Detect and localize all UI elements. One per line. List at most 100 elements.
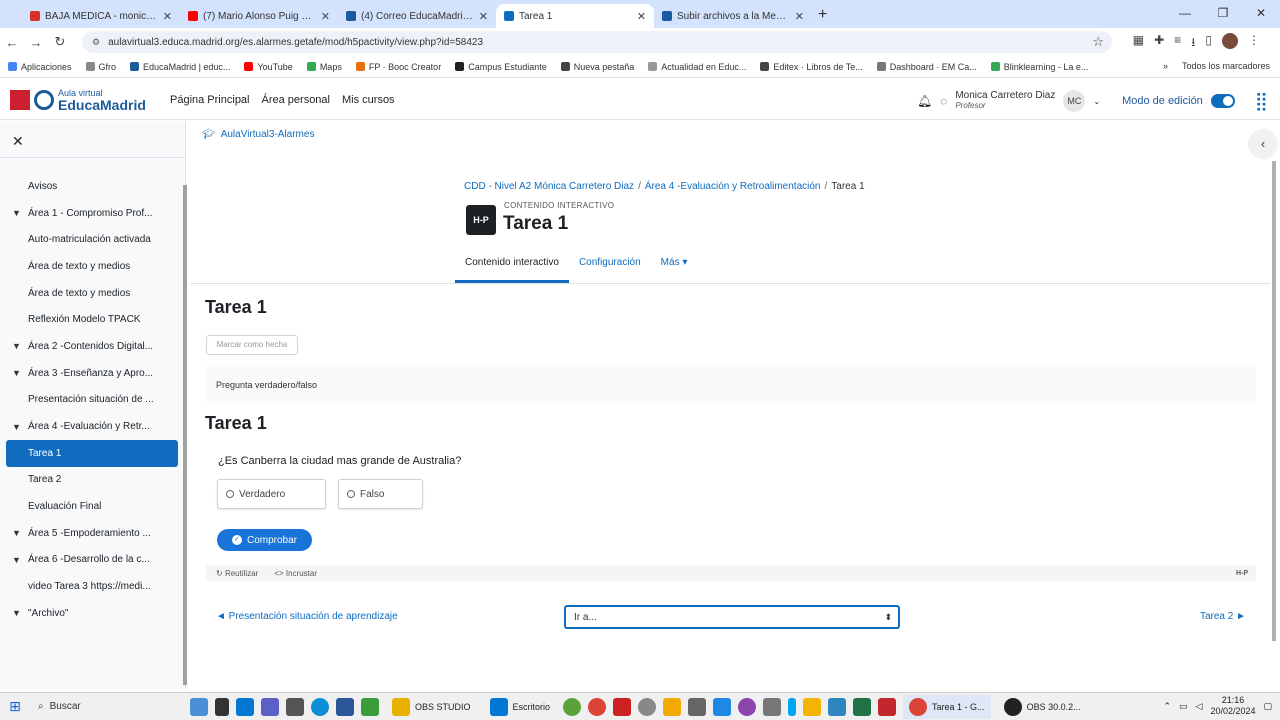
reuse-button[interactable]: ↻ Reutilizar <box>216 569 258 578</box>
taskbar-app-obs[interactable]: OBS STUDIO <box>386 695 477 719</box>
breadcrumb-course[interactable]: CDD - Nivel A2 Mónica Carretero Diaz <box>464 181 634 192</box>
course-index-item[interactable]: Avisos <box>0 173 186 200</box>
course-section[interactable]: ▼ "Archivo" <box>0 600 186 627</box>
word-icon[interactable] <box>336 697 354 716</box>
app-icon[interactable] <box>261 697 279 716</box>
chevron-down-icon[interactable]: ▼ <box>12 608 28 618</box>
bookmark-item[interactable]: Actualidad en Educ... <box>648 62 746 72</box>
nav-my-courses[interactable]: Mis cursos <box>342 94 395 106</box>
power-icon[interactable] <box>613 697 632 716</box>
qr-icon[interactable]: ▦ <box>1133 33 1144 54</box>
mark-done-button[interactable]: Marcar como hecha <box>206 335 298 355</box>
course-index-item[interactable]: Auto-matriculación activada <box>0 226 186 253</box>
main-scrollbar[interactable] <box>1272 161 1276 641</box>
taskbar-app-chrome[interactable]: Tarea 1 - G... <box>903 694 991 719</box>
windows-start-icon[interactable]: ⊞ <box>0 698 30 715</box>
course-section[interactable]: ▼ Área 6 -Desarrollo de la c... <box>0 547 186 574</box>
back-icon[interactable]: ← <box>0 35 24 50</box>
bookmark-item[interactable]: EducaMadrid | educ... <box>130 62 230 72</box>
answer-true[interactable]: Verdadero <box>217 479 326 509</box>
close-tab-icon[interactable]: ✕ <box>795 10 804 23</box>
app-icon[interactable] <box>803 697 822 716</box>
course-section[interactable]: ▼ Área 5 -Empoderamiento ... <box>0 520 186 547</box>
avatar[interactable]: MC <box>1063 90 1086 112</box>
widgets-icon[interactable] <box>190 697 208 716</box>
browser-tab[interactable]: Tarea 1 ✕ <box>496 4 654 28</box>
chevron-down-icon[interactable]: ▼ <box>12 368 28 378</box>
course-index-item[interactable]: Área de texto y medios <box>0 280 186 307</box>
bookmark-item[interactable]: YouTube <box>244 62 293 72</box>
edit-mode-toggle[interactable] <box>1210 94 1235 108</box>
bookmark-item[interactable]: Maps <box>306 62 342 72</box>
sidebar-scrollbar[interactable] <box>183 185 187 685</box>
edge-icon[interactable] <box>311 697 329 716</box>
clock[interactable]: 21:16 20/02/2024 <box>1210 695 1255 717</box>
chevron-down-icon[interactable]: ▼ <box>12 208 28 218</box>
app-icon[interactable] <box>688 697 707 716</box>
chat-icon[interactable]: ◌ <box>940 94 947 108</box>
task-view-icon[interactable] <box>215 697 229 716</box>
browser-tab[interactable]: Subir archivos a la Mediateca |... ✕ <box>654 4 812 28</box>
camera-icon[interactable] <box>286 697 304 716</box>
bookmark-star-icon[interactable]: ☆ <box>1092 34 1104 50</box>
course-index-item[interactable]: Reflexión Modelo TPACK <box>0 306 186 333</box>
close-tab-icon[interactable]: ✕ <box>637 10 646 23</box>
new-tab-button[interactable]: + <box>818 6 827 24</box>
bookmark-item[interactable]: Campus Estudiante <box>455 62 547 72</box>
user-menu[interactable]: Monica Carretero Diaz Profesor <box>955 91 1055 111</box>
app-icon[interactable] <box>738 697 757 716</box>
tab-interactive-content[interactable]: Contenido interactivo <box>455 247 569 283</box>
network-icon[interactable]: ▭ <box>1179 701 1188 712</box>
bookmark-item[interactable]: Dashboard · EM Ca... <box>876 62 977 72</box>
app-green-icon[interactable] <box>361 697 379 716</box>
app-icon[interactable] <box>713 697 732 716</box>
taskbar-search[interactable]: ⌕ Buscar <box>30 696 170 718</box>
all-bookmarks[interactable]: » Todos los marcadores <box>1163 61 1270 71</box>
app-icon[interactable] <box>763 697 782 716</box>
browser-tab[interactable]: (4) Correo EducaMadrid :: Entr... ✕ <box>338 4 496 28</box>
course-index-item[interactable]: Tarea 2 <box>0 467 186 494</box>
course-section[interactable]: ▼ Área 4 -Evaluación y Retr... <box>0 413 186 440</box>
volume-icon[interactable]: ◁ <box>1196 701 1203 712</box>
close-window-icon[interactable]: ✕ <box>1242 0 1280 28</box>
course-section[interactable]: ▼ Área 3 -Enseñanza y Apro... <box>0 360 186 387</box>
notifications-icon[interactable]: ▢ <box>1263 701 1272 712</box>
close-tab-icon[interactable]: ✕ <box>321 10 330 23</box>
prev-activity-link[interactable]: ◄ Presentación situación de aprendizaje <box>216 611 398 622</box>
app-icon[interactable] <box>638 697 657 716</box>
course-index-item[interactable]: Evaluación Final <box>0 493 186 520</box>
menu-list-icon[interactable]: ≡ <box>1174 33 1181 54</box>
url-input[interactable]: ⚙ aulavirtual3.educa.madrid.org/es.alarm… <box>82 31 1112 53</box>
close-tab-icon[interactable]: ✕ <box>479 10 488 23</box>
restore-icon[interactable]: ❐ <box>1204 0 1242 28</box>
bookmark-item[interactable]: FP · Booc Creator <box>355 62 441 72</box>
calculator-icon[interactable] <box>828 697 847 716</box>
close-tab-icon[interactable]: ✕ <box>163 10 172 23</box>
browser-tab[interactable]: BAJA MEDICA - monicarera@... ✕ <box>22 4 180 28</box>
tab-more[interactable]: Más ▾ <box>651 247 698 283</box>
taskbar-app-obs-window[interactable]: OBS 30.0.2... <box>998 695 1087 719</box>
reload-icon[interactable]: ↻ <box>48 34 72 50</box>
chevron-down-icon[interactable]: ▼ <box>12 555 28 565</box>
browser-tab[interactable]: (7) Mario Alonso Puig 2024 Tod... ✕ <box>180 4 338 28</box>
course-index-item[interactable]: Área de texto y medios <box>0 253 186 280</box>
pdf-icon[interactable] <box>878 697 897 716</box>
course-index-item[interactable]: Tarea 1 <box>6 439 178 467</box>
bell-icon[interactable]: 🔔︎ <box>917 94 932 108</box>
minimize-icon[interactable]: — <box>1166 0 1204 28</box>
tab-settings[interactable]: Configuración <box>569 247 651 283</box>
chevron-down-icon[interactable]: ▼ <box>12 528 28 538</box>
course-section[interactable]: ▼ Área 2 -Contenidos Digital... <box>0 333 186 360</box>
chevron-down-icon[interactable]: ⌄ <box>1093 97 1100 106</box>
extensions-icon[interactable]: ✚ <box>1154 33 1164 54</box>
check-button[interactable]: ✓ Comprobar <box>217 529 312 551</box>
chevron-left-icon[interactable]: ‹ <box>1248 129 1278 159</box>
bookmark-item[interactable]: Gfro <box>85 62 116 72</box>
nav-home[interactable]: Página Principal <box>170 94 250 106</box>
taskbar-app-desktop[interactable]: Escritorio <box>484 695 557 719</box>
embed-button[interactable]: <> Incrustar <box>274 569 317 578</box>
course-index-item[interactable]: video Tarea 3 https://medi... <box>0 573 186 600</box>
chevron-down-icon[interactable]: ▼ <box>12 341 28 351</box>
profile-avatar[interactable] <box>1222 33 1238 49</box>
next-activity-link[interactable]: Tarea 2 ► <box>1200 611 1246 622</box>
